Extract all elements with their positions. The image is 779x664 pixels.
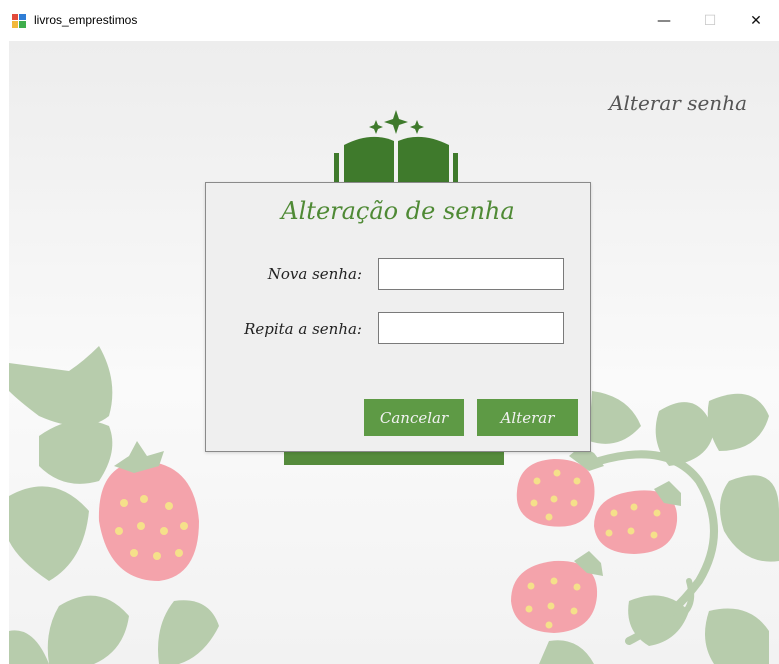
repeat-password-field[interactable] xyxy=(378,312,564,344)
app-window-icon xyxy=(12,14,26,28)
open-book-icon xyxy=(334,110,458,183)
minimize-button[interactable]: — xyxy=(641,0,687,41)
new-password-field[interactable] xyxy=(378,258,564,290)
close-button[interactable]: ✕ xyxy=(733,0,779,41)
window-title: livros_emprestimos xyxy=(34,13,138,27)
cancel-button[interactable]: Cancelar xyxy=(364,399,464,436)
new-password-label: Nova senha: xyxy=(267,265,362,283)
dialog-title: Alteração de senha xyxy=(281,197,515,225)
change-password-button[interactable]: Alterar xyxy=(477,399,578,436)
page-title: Alterar senha xyxy=(609,91,747,115)
strawberry-decoration-left xyxy=(98,441,199,581)
strawberry-decoration-right-top xyxy=(516,446,604,527)
strawberry-decoration-right-middle xyxy=(594,481,681,554)
change-password-dialog: Alteração de senha Nova senha: Repita a … xyxy=(205,182,591,452)
maximize-button[interactable]: ☐ xyxy=(687,0,733,41)
repeat-password-label: Repita a senha: xyxy=(244,320,362,338)
strawberry-decoration-right-bottom xyxy=(511,551,603,633)
title-bar: livros_emprestimos — ☐ ✕ xyxy=(0,0,779,41)
